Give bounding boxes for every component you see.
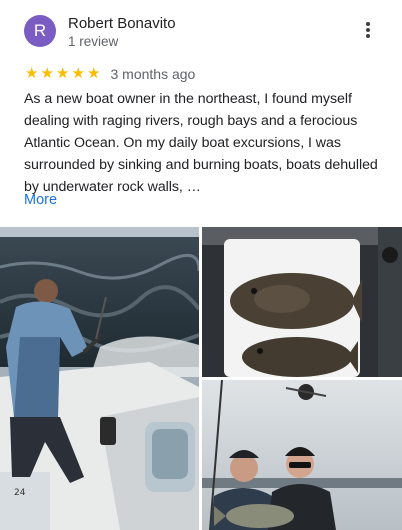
review-line: surrounded by sinking and burning boats,…: [24, 157, 378, 173]
photo-flounder-catch[interactable]: [202, 227, 402, 377]
review-header: R Robert Bonavito 1 review: [0, 0, 402, 62]
rating-row: ★ ★ ★ ★ ★ 3 months ago: [24, 65, 195, 83]
review-line: As a new boat owner in the northeast, I …: [24, 91, 352, 107]
review-line: by underwater rock walls, …: [24, 179, 201, 195]
star-icon: ★: [56, 65, 70, 82]
review-date: 3 months ago: [110, 66, 196, 82]
star-rating: ★ ★ ★ ★ ★: [24, 65, 102, 83]
review-text: As a new boat owner in the northeast, I …: [24, 88, 384, 198]
avatar[interactable]: R: [24, 15, 56, 47]
review-line: dealing with raging rivers, rough bays a…: [24, 113, 358, 129]
star-icon: ★: [25, 65, 39, 82]
svg-text:24: 24: [14, 488, 26, 498]
reviewer-name[interactable]: Robert Bonavito: [68, 15, 176, 32]
star-icon: ★: [40, 65, 54, 82]
review-line: Atlantic Ocean. On my daily boat excursi…: [24, 135, 341, 151]
star-icon: ★: [71, 65, 85, 82]
photo-boat-fishing[interactable]: 24: [0, 227, 199, 530]
review-count: 1 review: [68, 34, 119, 49]
photo-anglers-with-fish[interactable]: [202, 380, 402, 530]
more-vert-icon[interactable]: [358, 22, 378, 44]
star-icon: ★: [87, 65, 101, 82]
more-link[interactable]: More: [24, 192, 57, 208]
